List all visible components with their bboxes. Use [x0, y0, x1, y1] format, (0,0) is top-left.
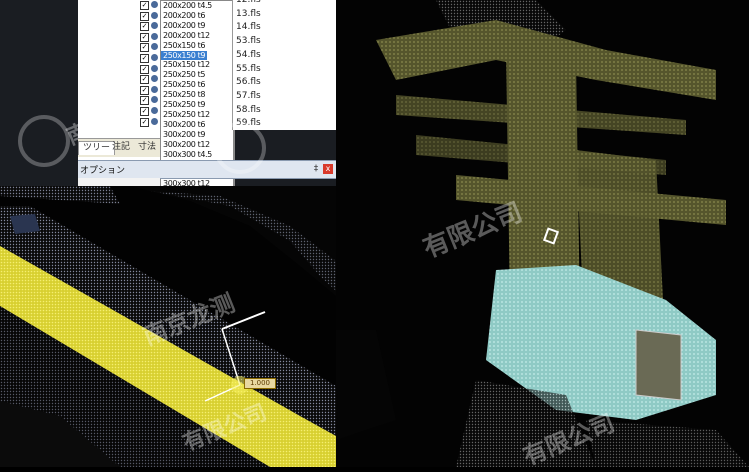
checkbox[interactable]: ✓ [140, 43, 149, 53]
point-cloud-viewport-right[interactable] [336, 0, 749, 467]
size-item[interactable]: 300x200 t12 [163, 140, 210, 149]
size-item[interactable]: 200x200 t4.5 [163, 1, 212, 10]
file-list[interactable]: 12.fls 13.fls 14.fls 53.fls 54.fls 55.fls 56.f… [232, 0, 337, 130]
file-item[interactable]: 53.fls [236, 35, 261, 48]
layer-icon [151, 54, 158, 61]
file-item[interactable]: 55.fls [236, 63, 261, 76]
checkbox[interactable]: ✓ [140, 107, 149, 116]
layer-icon [151, 1, 158, 8]
size-item[interactable]: 250x150 t6 [163, 41, 205, 50]
layer-icon [151, 64, 158, 72]
file-item[interactable]: 58.fls [236, 104, 261, 117]
size-item-selected[interactable]: 250x150 t9 [161, 50, 208, 60]
panel-tab-bar: ツリー 注記 寸法 [78, 138, 160, 157]
size-item[interactable]: 200x200 t12 [163, 31, 210, 40]
point-cloud-viewport-left[interactable] [0, 186, 336, 467]
checkbox[interactable]: ✓ [140, 96, 149, 106]
layer-icon [151, 22, 158, 30]
file-item[interactable]: 54.fls [236, 49, 261, 62]
layer-icon [151, 107, 158, 114]
layer-icon [151, 75, 158, 83]
checkbox[interactable]: ✓ [140, 64, 149, 74]
measurement-label: 1.000 [244, 378, 276, 389]
file-item[interactable]: 12.fls [236, 0, 261, 7]
tab-annotation[interactable]: 注記 [108, 141, 134, 154]
checkbox[interactable]: ✓ [140, 22, 149, 32]
pin-icon[interactable]: ‡ [312, 164, 320, 174]
size-item[interactable]: 200x200 t6 [163, 11, 205, 20]
checkbox[interactable]: ✓ [140, 11, 149, 21]
layer-icon [151, 85, 158, 93]
size-item[interactable]: 200x200 t9 [163, 21, 205, 30]
checkbox[interactable]: ✓ [140, 54, 149, 63]
size-item[interactable]: 250x250 t8 [163, 90, 205, 99]
size-item[interactable]: 250x250 t6 [163, 80, 205, 89]
beam-point-cloud-render [0, 186, 336, 467]
size-item[interactable]: 300x200 t6 [163, 120, 205, 129]
checkbox[interactable]: ✓ [140, 75, 149, 85]
file-item[interactable]: 13.fls [236, 8, 261, 21]
options-panel-header: オプション ‡ x [78, 160, 336, 179]
tab-dimension[interactable]: 寸法 [134, 141, 160, 154]
checkbox[interactable]: ✓ [140, 32, 149, 42]
layer-icon [151, 11, 158, 19]
layer-icon [151, 96, 158, 104]
size-item[interactable]: 300x300 t4.5 [163, 150, 212, 159]
file-item[interactable]: 14.fls [236, 21, 261, 34]
checkbox[interactable]: ✓ [140, 1, 149, 10]
structure-point-cloud-render [336, 0, 749, 467]
options-panel-body [78, 178, 160, 186]
layer-icon [151, 32, 158, 40]
size-item[interactable]: 250x250 t5 [163, 70, 205, 79]
file-item[interactable]: 59.fls [236, 117, 261, 130]
size-item[interactable]: 250x250 t9 [163, 100, 205, 109]
file-item[interactable]: 57.fls [236, 90, 261, 103]
close-button[interactable]: x [323, 164, 333, 174]
layer-icon [151, 43, 158, 51]
file-item[interactable]: 56.fls [236, 76, 261, 89]
size-item[interactable]: 250x250 t12 [163, 110, 210, 119]
layer-icon [151, 117, 158, 125]
options-panel-title: オプション [80, 166, 126, 176]
size-item[interactable]: 250x150 t12 [163, 60, 210, 69]
checkbox[interactable]: ✓ [140, 117, 149, 127]
size-item[interactable]: 300x200 t9 [163, 130, 205, 139]
checkbox[interactable]: ✓ [140, 85, 149, 95]
